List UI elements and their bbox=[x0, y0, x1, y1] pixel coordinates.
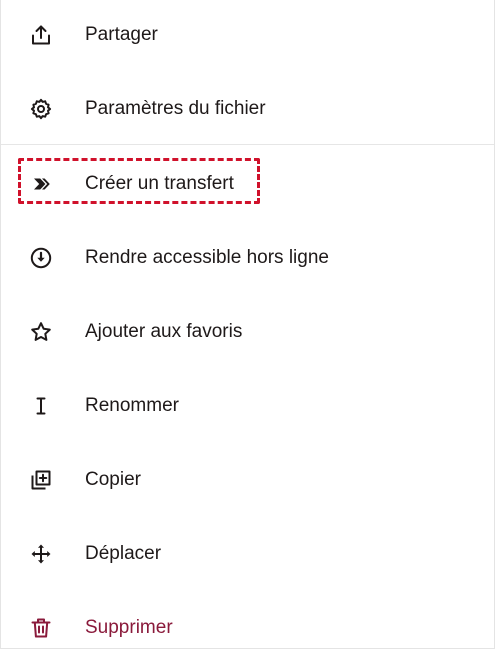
menu-item-label: Paramètres du fichier bbox=[85, 98, 266, 119]
menu-item-rename[interactable]: Renommer bbox=[1, 378, 494, 434]
menu-item-label: Créer un transfert bbox=[85, 173, 234, 194]
menu-item-add-favorite[interactable]: Ajouter aux favoris bbox=[1, 304, 494, 360]
menu-item-copy[interactable]: Copier bbox=[1, 452, 494, 508]
menu-item-make-offline[interactable]: Rendre accessible hors ligne bbox=[1, 230, 494, 286]
menu-item-share[interactable]: Partager bbox=[1, 7, 494, 63]
menu-item-label: Rendre accessible hors ligne bbox=[85, 247, 329, 268]
menu-item-label: Supprimer bbox=[85, 617, 173, 638]
text-cursor-icon bbox=[29, 394, 53, 418]
context-menu: Partager Paramètres du fichier Créer un … bbox=[0, 0, 495, 649]
copy-icon bbox=[29, 468, 53, 492]
menu-item-label: Partager bbox=[85, 24, 158, 45]
menu-item-create-transfer[interactable]: Créer un transfert bbox=[1, 156, 494, 212]
transfer-icon bbox=[29, 172, 53, 196]
share-icon bbox=[29, 23, 53, 47]
gear-icon bbox=[29, 97, 53, 121]
star-icon bbox=[29, 320, 53, 344]
menu-divider bbox=[1, 144, 494, 145]
menu-item-label: Renommer bbox=[85, 395, 179, 416]
trash-icon bbox=[29, 616, 53, 640]
menu-item-move[interactable]: Déplacer bbox=[1, 526, 494, 582]
move-arrows-icon bbox=[29, 542, 53, 566]
menu-item-label: Déplacer bbox=[85, 543, 162, 564]
menu-item-delete[interactable]: Supprimer bbox=[1, 600, 494, 656]
menu-item-label: Ajouter aux favoris bbox=[85, 321, 243, 342]
menu-item-file-settings[interactable]: Paramètres du fichier bbox=[1, 81, 494, 137]
menu-item-label: Copier bbox=[85, 469, 141, 490]
download-circle-icon bbox=[29, 246, 53, 270]
